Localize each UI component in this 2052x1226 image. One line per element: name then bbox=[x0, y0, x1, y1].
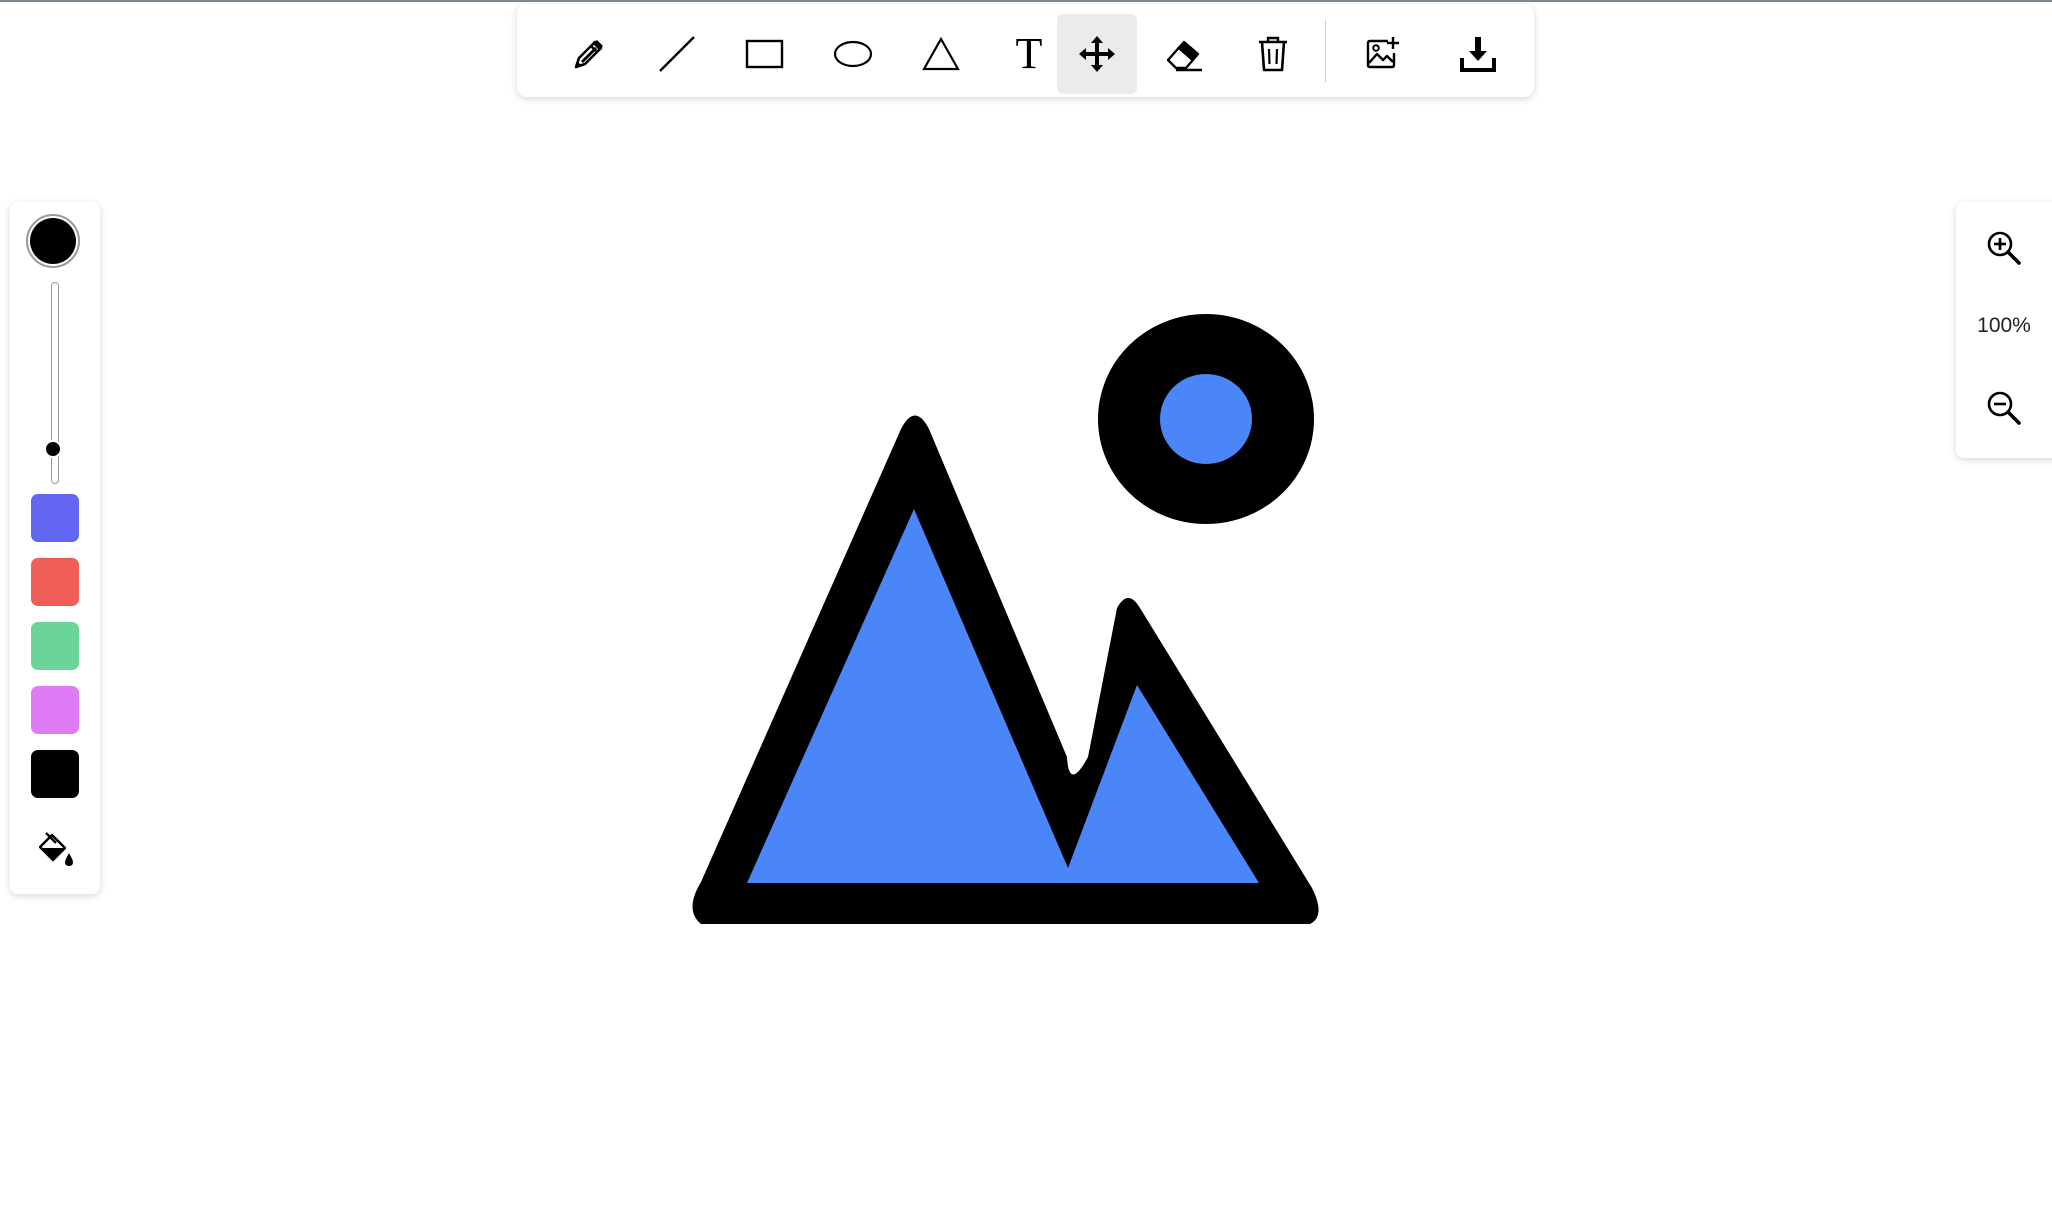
color-swatch-indigo[interactable] bbox=[31, 494, 79, 542]
sun-inner bbox=[1160, 374, 1252, 464]
delete-tool-button[interactable] bbox=[1233, 14, 1313, 94]
ellipse-icon bbox=[833, 40, 873, 68]
color-swatch-purple[interactable] bbox=[31, 686, 79, 734]
color-swatch-red[interactable] bbox=[31, 558, 79, 606]
text-icon: T bbox=[1016, 34, 1043, 74]
eraser-icon bbox=[1166, 40, 1202, 72]
fill-tool-button[interactable] bbox=[34, 828, 76, 870]
zoom-out-icon bbox=[1987, 391, 2021, 425]
pencil-icon bbox=[574, 40, 603, 69]
paint-bucket-icon bbox=[38, 832, 73, 866]
top-toolbar: T bbox=[517, 4, 1534, 97]
color-swatch-black[interactable] bbox=[31, 750, 79, 798]
move-icon bbox=[1079, 36, 1115, 72]
stroke-size-slider-thumb[interactable] bbox=[44, 439, 62, 458]
line-tool-button[interactable] bbox=[637, 14, 717, 94]
move-tool-button[interactable] bbox=[1057, 14, 1137, 94]
color-palette bbox=[10, 202, 100, 894]
toolbar-divider bbox=[1325, 20, 1326, 82]
pencil-tool-button[interactable] bbox=[549, 14, 629, 94]
zoom-in-button[interactable] bbox=[1978, 222, 2030, 274]
eraser-tool-button[interactable] bbox=[1145, 14, 1225, 94]
zoom-in-icon bbox=[1987, 231, 2021, 265]
canvas-drawing bbox=[692, 314, 1319, 924]
add-image-button[interactable] bbox=[1343, 14, 1423, 94]
triangle-tool-button[interactable] bbox=[901, 14, 981, 94]
download-button[interactable] bbox=[1438, 14, 1518, 94]
download-icon bbox=[1460, 37, 1496, 72]
ellipse-tool-button[interactable] bbox=[813, 14, 893, 94]
current-color-swatch bbox=[30, 218, 76, 264]
color-swatch-green[interactable] bbox=[31, 622, 79, 670]
add-image-icon bbox=[1366, 37, 1399, 69]
current-color-picker[interactable] bbox=[26, 214, 80, 268]
trash-icon bbox=[1259, 36, 1287, 72]
rectangle-tool-button[interactable] bbox=[725, 14, 805, 94]
triangle-icon bbox=[922, 36, 960, 71]
text-tool-label: T bbox=[1016, 34, 1043, 74]
zoom-level-text: 100% bbox=[1977, 314, 2031, 337]
drawing-canvas[interactable] bbox=[0, 2, 2052, 1226]
zoom-out-button[interactable] bbox=[1978, 382, 2030, 434]
zoom-panel: 100% bbox=[1956, 202, 2052, 458]
rectangle-icon bbox=[745, 39, 784, 69]
line-icon bbox=[659, 36, 695, 72]
